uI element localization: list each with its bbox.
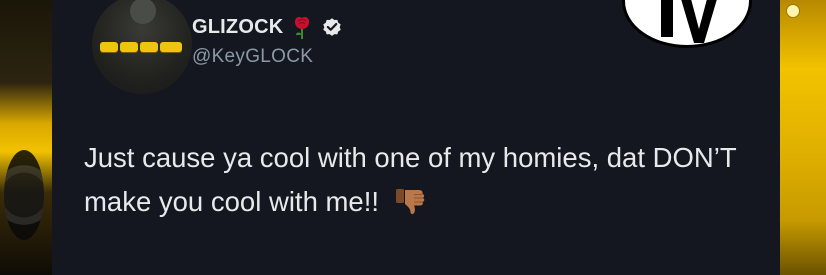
- tweet-header: GLIZOCK @KeyGLOCK: [192, 14, 343, 68]
- thumbs-down-icon: [395, 189, 424, 215]
- user-handle[interactable]: @KeyGLOCK: [192, 46, 343, 68]
- display-name[interactable]: GLIZOCK: [192, 16, 283, 39]
- name-row: GLIZOCK: [192, 14, 343, 40]
- tweet-text-container: Just cause ya cool with one of my homies…: [84, 136, 764, 224]
- rose-icon: [295, 17, 310, 39]
- background-photo-right: [780, 0, 826, 275]
- watermark-logo: [622, 0, 752, 48]
- tweet-card: GLIZOCK @KeyGLOCK Just cause ya cool wit…: [52, 0, 780, 275]
- verified-icon: [323, 18, 342, 36]
- background-photo-left: [0, 0, 52, 275]
- tv-logo-icon: [661, 0, 717, 43]
- avatar[interactable]: [92, 0, 192, 94]
